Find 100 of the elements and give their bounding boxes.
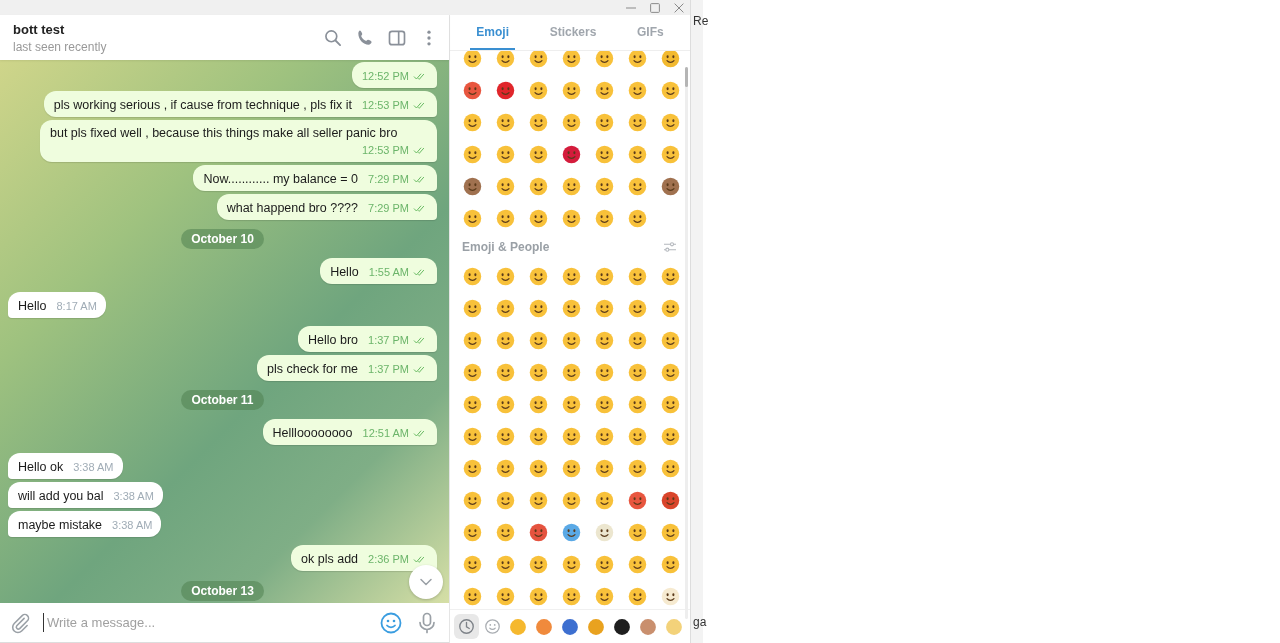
emoji-icon	[495, 143, 516, 165]
panel-tab[interactable]: GIFs	[630, 15, 670, 50]
emoji-icon	[660, 265, 681, 287]
emoji-icon	[561, 553, 582, 575]
emoji-icon	[627, 143, 648, 165]
message-text: Now............ my balance = 0	[203, 171, 359, 187]
sticker-pack-icon	[585, 616, 606, 637]
emoji-icon	[462, 111, 483, 133]
date-separator: October 11	[181, 390, 264, 410]
emoji-icon	[495, 207, 516, 229]
message-time: 7:29 PM	[368, 172, 409, 187]
message-text: Hellloooooooo	[272, 425, 353, 441]
emoji-icon	[528, 79, 549, 101]
message-time: 12:53 PM	[361, 98, 409, 113]
emoji-icon	[627, 521, 648, 543]
emoji-icon	[495, 425, 516, 447]
emoji-icon	[462, 553, 483, 575]
emoji-icon	[462, 51, 483, 69]
emoji-icon	[528, 329, 549, 351]
emoji-icon	[594, 265, 615, 287]
smiley-icon	[379, 610, 403, 635]
message-text: pls working serious , if cause from technique , pls fix it	[53, 97, 352, 113]
message-text: will add you bal	[18, 488, 104, 504]
message-time: 8:17 AM	[56, 299, 97, 314]
emoji-icon	[495, 111, 516, 133]
message-text: Hello ok	[18, 459, 64, 475]
emoji-icon	[528, 207, 549, 229]
scroll-down-button[interactable]	[409, 565, 443, 599]
emoji-icon	[462, 329, 483, 351]
sticker-pack-icon	[637, 616, 658, 637]
paperclip-icon	[9, 611, 31, 634]
emoji-icon	[495, 361, 516, 383]
emoji-icon	[660, 111, 681, 133]
emoji-icon	[594, 489, 615, 511]
emoji-icon	[594, 51, 615, 69]
emoji-icon	[561, 297, 582, 319]
emoji-icon	[627, 175, 648, 197]
emoji-icon	[660, 521, 681, 543]
emoji-icon	[462, 489, 483, 511]
emoji-icon	[528, 393, 549, 415]
emoji-icon	[594, 79, 615, 101]
emoji-icon	[528, 297, 549, 319]
close-icon	[674, 2, 684, 13]
emoji-icon	[561, 51, 582, 69]
emoji-icon	[627, 111, 648, 133]
clock-icon	[456, 617, 476, 636]
emoji-icon	[495, 521, 516, 543]
emoji-icon	[561, 265, 582, 287]
emoji-icon	[627, 489, 648, 511]
emoji-icon	[528, 489, 549, 511]
message-time: 3:38 AM	[112, 518, 153, 533]
emoji-icon	[495, 329, 516, 351]
sticker-pack-icon	[663, 616, 684, 637]
emoji-icon	[462, 265, 483, 287]
background-window-text: ga	[693, 615, 705, 629]
emoji-icon	[495, 79, 516, 101]
close-button[interactable]	[674, 2, 684, 13]
emoji-icon	[660, 553, 681, 575]
emoji-icon	[660, 425, 681, 447]
emoji-icon	[594, 521, 615, 543]
emoji-icon	[594, 143, 615, 165]
message-time: 1:55 AM	[368, 265, 409, 280]
chat-status: last seen recently	[13, 39, 108, 54]
emoji-icon	[528, 457, 549, 479]
attach-button[interactable]	[9, 611, 31, 634]
message-time: 2:36 PM	[368, 552, 409, 567]
chat-title: bott test	[13, 21, 66, 37]
emoji-icon	[528, 425, 549, 447]
emoji-icon	[594, 329, 615, 351]
emoji-icon	[528, 51, 549, 69]
emoji-icon	[561, 79, 582, 101]
message-text: pls check for me	[267, 361, 359, 377]
emoji-icon	[660, 143, 681, 165]
emoji-icon	[528, 553, 549, 575]
message-time: 12:53 PM	[361, 143, 409, 158]
emoji-icon	[594, 207, 615, 229]
message-time: 1:37 PM	[368, 362, 409, 377]
sticker-pack-icon	[534, 616, 555, 637]
panel-tab[interactable]: Stickers	[543, 15, 603, 50]
sliders-icon[interactable]	[662, 239, 678, 255]
emoji-icon	[660, 79, 681, 101]
search-icon[interactable]	[323, 27, 343, 48]
message-text: ok pls add	[301, 551, 359, 567]
emoji-icon	[627, 425, 648, 447]
emoji-icon	[462, 361, 483, 383]
emoji-icon	[561, 207, 582, 229]
message-time: 12:52 PM	[361, 69, 409, 84]
emoji-icon	[561, 111, 582, 133]
date-separator: October 10	[181, 229, 264, 249]
emoji-icon	[462, 457, 483, 479]
emoji-icon	[660, 489, 681, 511]
maximize-button[interactable]	[650, 2, 660, 13]
emoji-icon	[462, 79, 483, 101]
emoji-icon	[528, 143, 549, 165]
message-time: 12:51 AM	[362, 426, 409, 441]
emoji-icon	[528, 361, 549, 383]
emoji-icon	[495, 175, 516, 197]
message-text: but pls fixed well , because this things make all seller panic bro	[50, 125, 399, 141]
emoji-icon	[594, 457, 615, 479]
message-time: 3:38 AM	[73, 460, 114, 475]
